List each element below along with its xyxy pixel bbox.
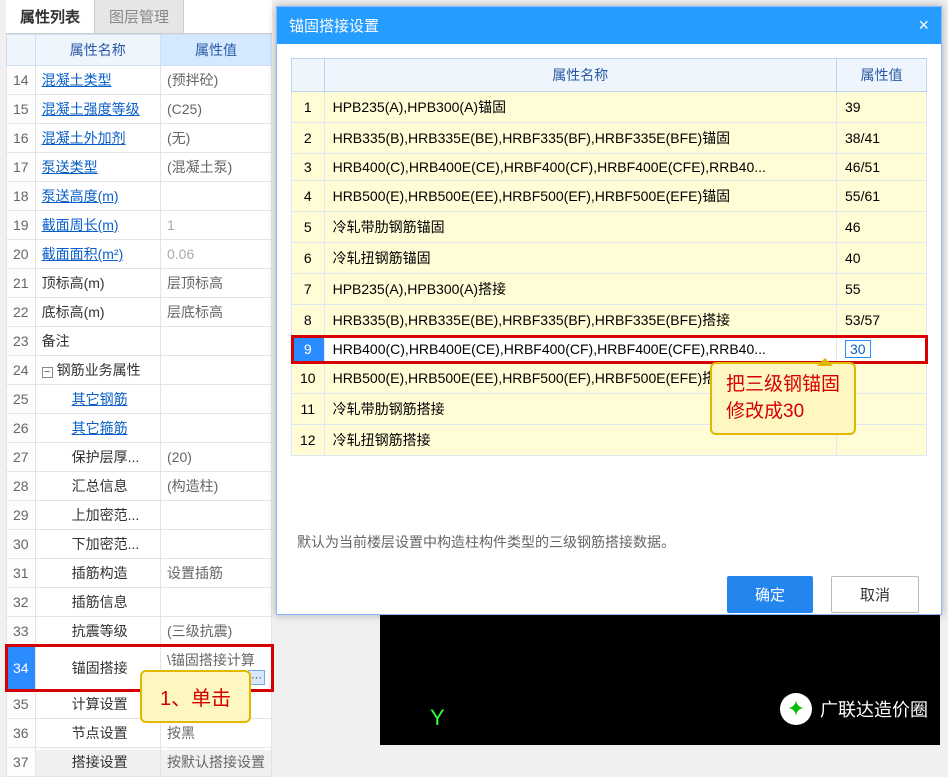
- table-row[interactable]: 15混凝土强度等级(C25): [7, 95, 272, 124]
- table-row[interactable]: 19截面周长(m)1: [7, 211, 272, 240]
- watermark: ✦ 广联达造价圈: [780, 693, 928, 725]
- ok-button[interactable]: 确定: [727, 576, 813, 613]
- dialog-anchor-lap: 锚固搭接设置 × 属性名称属性值 1HPB235(A),HPB300(A)锚固3…: [276, 6, 942, 615]
- table-row[interactable]: 16混凝土外加剂(无): [7, 124, 272, 153]
- table-row[interactable]: 28汇总信息(构造柱): [7, 472, 272, 501]
- table-row[interactable]: 7HPB235(A),HPB300(A)搭接55: [292, 274, 927, 305]
- table-row[interactable]: 27保护层厚...(20): [7, 443, 272, 472]
- cancel-button[interactable]: 取消: [831, 576, 919, 613]
- table-row[interactable]: 29上加密范...: [7, 501, 272, 530]
- wechat-icon: ✦: [780, 693, 812, 725]
- dialog-title: 锚固搭接设置: [289, 15, 379, 36]
- axis-y-label: Y: [430, 705, 445, 731]
- tip-click: 1、单击: [140, 670, 251, 723]
- table-row[interactable]: 6冷轧扭钢筋锚固40: [292, 243, 927, 274]
- table-row[interactable]: 18泵送高度(m): [7, 182, 272, 211]
- table-row[interactable]: 1HPB235(A),HPB300(A)锚固39: [292, 92, 927, 123]
- table-row[interactable]: 22底标高(m)层底标高: [7, 298, 272, 327]
- table-row[interactable]: 31插筋构造设置插筋: [7, 559, 272, 588]
- table-row[interactable]: 26其它箍筋: [7, 414, 272, 443]
- table-row[interactable]: 3HRB400(C),HRB400E(CE),HRBF400(CF),HRBF4…: [292, 154, 927, 181]
- left-col-val: 属性值: [161, 35, 272, 66]
- dlg-col-name: 属性名称: [324, 59, 836, 92]
- table-row[interactable]: 14混凝土类型(预拌砼): [7, 66, 272, 95]
- table-row[interactable]: 32插筋信息: [7, 588, 272, 617]
- table-row[interactable]: 37搭接设置按默认搭接设置: [7, 748, 272, 777]
- table-row[interactable]: 2HRB335(B),HRB335E(BE),HRBF335(BF),HRBF3…: [292, 123, 927, 154]
- tab-layers[interactable]: 图层管理: [95, 0, 184, 33]
- close-icon[interactable]: ×: [918, 15, 929, 36]
- table-row[interactable]: 21顶标高(m)层顶标高: [7, 269, 272, 298]
- table-row[interactable]: 30下加密范...: [7, 530, 272, 559]
- tab-attrs[interactable]: 属性列表: [6, 0, 95, 33]
- value-edit[interactable]: 30: [845, 340, 871, 358]
- tip-change: 把三级钢锚固 修改成30: [710, 362, 856, 435]
- table-row[interactable]: 23备注: [7, 327, 272, 356]
- table-row[interactable]: 20截面面积(m²)0.06: [7, 240, 272, 269]
- table-row[interactable]: 5冷轧带肋钢筋锚固46: [292, 212, 927, 243]
- left-col-name: 属性名称: [35, 35, 160, 66]
- left-grid: 属性名称属性值 14混凝土类型(预拌砼)15混凝土强度等级(C25)16混凝土外…: [6, 34, 272, 777]
- table-row[interactable]: 8HRB335(B),HRB335E(BE),HRBF335(BF),HRBF3…: [292, 305, 927, 336]
- table-row[interactable]: 17泵送类型(混凝土泵): [7, 153, 272, 182]
- left-panel: 属性列表 图层管理 属性名称属性值 14混凝土类型(预拌砼)15混凝土强度等级(…: [6, 0, 272, 750]
- canvas-area[interactable]: Y: [380, 615, 940, 745]
- table-row[interactable]: 4HRB500(E),HRB500E(EE),HRBF500(EF),HRBF5…: [292, 181, 927, 212]
- table-row[interactable]: 33抗震等级(三级抗震): [7, 617, 272, 646]
- dlg-col-val: 属性值: [837, 59, 927, 92]
- dlg-note: 默认为当前楼层设置中构造柱构件类型的三级钢筋搭接数据。: [297, 532, 927, 552]
- table-row[interactable]: 24−钢筋业务属性: [7, 356, 272, 385]
- tabs: 属性列表 图层管理: [6, 0, 272, 34]
- table-row[interactable]: 25其它钢筋: [7, 385, 272, 414]
